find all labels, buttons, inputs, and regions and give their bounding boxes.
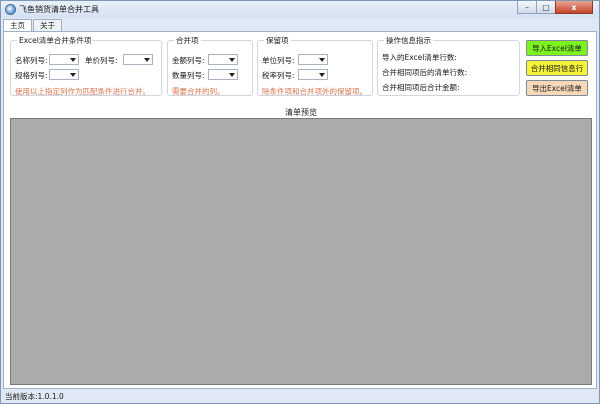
chevron-down-icon [229, 58, 235, 62]
list-preview-grid[interactable] [10, 118, 592, 385]
version-text: 当前版本:1.0.1.0 [5, 392, 64, 401]
chevron-down-icon [319, 58, 325, 62]
keep-items-title: 保留项 [264, 35, 291, 46]
imported-rows-label: 导入的Excel清单行数: [382, 53, 457, 62]
tab-about[interactable]: 关于 [33, 19, 62, 31]
chevron-down-icon [319, 73, 325, 77]
minimize-button[interactable]: – [517, 1, 537, 14]
excel-conditions-group: Excel清单合并条件项 名称列号: 单价列号: 规格列号: 使用以上指定列作为… [10, 35, 162, 96]
chevron-down-icon [70, 58, 76, 62]
merge-rows-button[interactable]: 合并相同信息行 [526, 60, 588, 76]
spec-col-select[interactable] [49, 69, 79, 80]
amount-col-select[interactable] [208, 54, 238, 65]
home-tab-panel: Excel清单合并条件项 名称列号: 单价列号: 规格列号: 使用以上指定列作为… [3, 31, 597, 389]
op-info-group: 操作信息指示 导入的Excel清单行数: 合并相同项后的清单行数: 合并相同项后… [377, 35, 520, 96]
preview-title: 清单预览 [285, 108, 317, 117]
merge-items-hint: 需要合并的列。 [172, 87, 225, 96]
unit-col-label: 单位列号: [262, 56, 295, 65]
close-button[interactable]: x [555, 1, 593, 14]
maximize-button[interactable]: □ [536, 1, 556, 14]
op-info-title: 操作信息指示 [384, 35, 433, 46]
chevron-down-icon [229, 73, 235, 77]
tax-col-select[interactable] [298, 69, 328, 80]
status-bar: 当前版本:1.0.1.0 [1, 391, 599, 403]
keep-items-hint: 除条件项和合并项外的保留项。 [262, 87, 367, 96]
qty-col-select[interactable] [208, 69, 238, 80]
chevron-down-icon [70, 73, 76, 77]
export-excel-button[interactable]: 导出Excel清单 [526, 80, 588, 96]
spec-col-label: 规格列号: [15, 71, 48, 80]
chevron-down-icon [144, 58, 150, 62]
main-window: 飞鱼销货清单合并工具 – □ x 主页 关于 Excel清单合并条件项 名称列号… [0, 0, 600, 404]
price-col-label: 单价列号: [85, 56, 118, 65]
window-controls: – □ x [517, 1, 593, 14]
window-title: 飞鱼销货清单合并工具 [19, 5, 99, 14]
import-excel-button[interactable]: 导入Excel清单 [526, 40, 588, 56]
amount-col-label: 金额列号: [172, 56, 205, 65]
tax-col-label: 税率列号: [262, 71, 295, 80]
tab-strip: 主页 关于 [3, 19, 63, 32]
excel-conditions-title: Excel清单合并条件项 [17, 35, 94, 46]
app-logo-icon [5, 4, 16, 15]
merge-items-group: 合并项 金额列号: 数量列号: 需要合并的列。 [167, 35, 253, 96]
merge-items-title: 合并项 [174, 35, 201, 46]
merged-rows-label: 合并相同项后的清单行数: [382, 68, 468, 77]
price-col-select[interactable] [123, 54, 153, 65]
title-bar[interactable]: 飞鱼销货清单合并工具 – □ x [1, 1, 599, 18]
qty-col-label: 数量列号: [172, 71, 205, 80]
name-col-label: 名称列号: [15, 56, 48, 65]
unit-col-select[interactable] [298, 54, 328, 65]
merged-total-label: 合并相同项后合计金额: [382, 83, 460, 92]
excel-conditions-hint: 使用以上指定列作为匹配条件进行合并。 [15, 87, 150, 96]
name-col-select[interactable] [49, 54, 79, 65]
keep-items-group: 保留项 单位列号: 税率列号: 除条件项和合并项外的保留项。 [257, 35, 373, 96]
